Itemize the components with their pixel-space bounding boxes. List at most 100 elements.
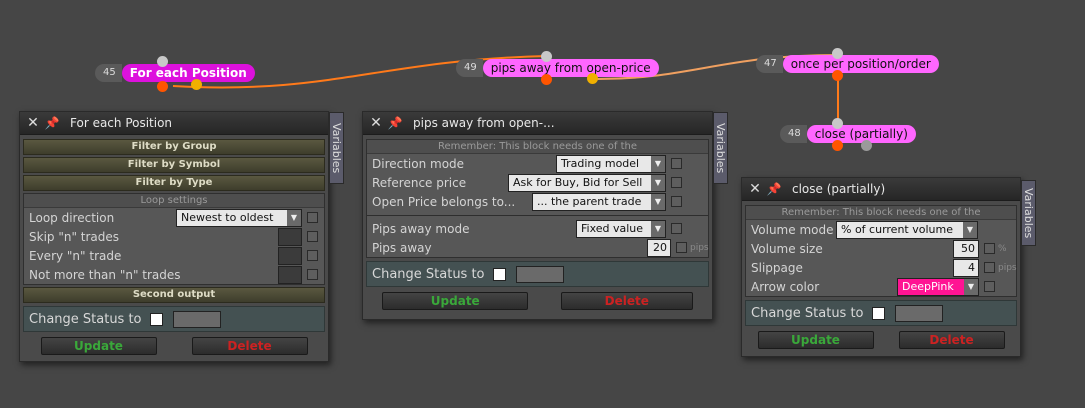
second-output-bar[interactable]: Second output — [23, 287, 325, 303]
loop-settings-section: Loop settings Loop direction Newest to o… — [23, 193, 325, 285]
chevron-down-icon: ▼ — [651, 155, 665, 172]
pin-icon[interactable]: 📌 — [42, 116, 62, 130]
checkbox[interactable] — [307, 269, 318, 280]
node-once-per-position[interactable]: 47 once per position/order — [756, 54, 939, 74]
output-port-2[interactable] — [861, 140, 872, 151]
change-status-row: Change Status to — [23, 306, 325, 332]
output-port-1[interactable] — [157, 81, 168, 92]
checkbox[interactable] — [671, 223, 682, 234]
skip-trades-row: Skip "n" trades — [24, 227, 324, 246]
panel-titlebar: ✕ 📌 pips away from open-... — [363, 112, 712, 135]
chevron-down-icon: ▼ — [651, 193, 665, 210]
variables-tab[interactable]: Variables — [1021, 180, 1036, 246]
checkbox[interactable] — [676, 242, 687, 253]
filter-by-symbol-bar[interactable]: Filter by Symbol — [23, 157, 325, 173]
checkbox[interactable] — [307, 250, 318, 261]
input-port[interactable] — [832, 118, 843, 129]
output-port-1[interactable] — [832, 140, 843, 151]
output-port-2[interactable] — [587, 73, 598, 84]
field-label: Volume size — [751, 241, 823, 256]
filter-by-group-bar[interactable]: Filter by Group — [23, 139, 325, 155]
variables-tab[interactable]: Variables — [713, 112, 728, 184]
open-price-row: Open Price belongs to... ... the parent … — [367, 192, 708, 211]
volume-size-input[interactable]: 50 — [953, 239, 979, 258]
field-label: Pips away mode — [372, 221, 470, 236]
node-label: close (partially) — [806, 125, 916, 143]
input-port[interactable] — [157, 56, 168, 67]
field-label: Pips away — [372, 240, 432, 255]
slippage-row: Slippage 4 pips — [746, 258, 1017, 277]
direction-mode-select[interactable]: Trading model ▼ — [556, 154, 666, 173]
change-status-checkbox[interactable] — [871, 306, 885, 320]
change-status-checkbox[interactable] — [492, 267, 506, 281]
node-label: For each Position — [121, 64, 255, 82]
delete-button[interactable]: Delete — [898, 331, 1005, 349]
node-number: 47 — [756, 55, 783, 73]
pin-icon[interactable]: 📌 — [385, 116, 405, 130]
arrow-color-select[interactable]: DeepPink ▼ — [897, 277, 979, 296]
checkbox[interactable] — [984, 281, 995, 292]
output-port-2[interactable] — [191, 79, 202, 90]
checkbox[interactable] — [671, 196, 682, 207]
select-value: ... the parent trade — [537, 194, 642, 208]
node-for-each-position[interactable]: 45 For each Position — [95, 63, 255, 83]
reference-price-select[interactable]: Ask for Buy, Bid for Sell ▼ — [508, 173, 666, 192]
status-select[interactable] — [894, 304, 943, 322]
input-port[interactable] — [832, 48, 843, 59]
node-number: 49 — [456, 59, 483, 77]
chevron-down-icon: ▼ — [651, 220, 665, 237]
field-label: Direction mode — [372, 156, 465, 171]
open-price-select[interactable]: ... the parent trade ▼ — [532, 192, 666, 211]
update-button[interactable]: Update — [382, 292, 529, 310]
close-icon[interactable]: ✕ — [24, 115, 42, 131]
checkbox[interactable] — [307, 231, 318, 242]
select-value: DeepPink — [898, 278, 964, 295]
checkbox[interactable] — [307, 212, 318, 223]
settings-section: Remember: This block needs one of the Di… — [366, 139, 709, 258]
update-button[interactable]: Update — [757, 331, 874, 349]
delete-button[interactable]: Delete — [191, 337, 308, 355]
checkbox[interactable] — [984, 243, 995, 254]
field-label: Volume mode — [751, 222, 834, 237]
status-select[interactable] — [172, 310, 221, 328]
loop-direction-select[interactable]: Newest to oldest ▼ — [176, 208, 302, 227]
delete-button[interactable]: Delete — [560, 292, 693, 310]
output-port-1[interactable] — [832, 70, 843, 81]
pips-away-mode-select[interactable]: Fixed value ▼ — [576, 219, 666, 238]
skip-trades-input[interactable] — [278, 227, 302, 246]
node-pips-away[interactable]: 49 pips away from open-price — [456, 58, 659, 78]
filter-by-type-bar[interactable]: Filter by Type — [23, 175, 325, 191]
variables-tab[interactable]: Variables — [329, 112, 344, 184]
close-icon[interactable]: ✕ — [746, 181, 764, 197]
field-label: Loop direction — [29, 210, 115, 225]
node-label: pips away from open-price — [482, 59, 659, 77]
input-port[interactable] — [541, 51, 552, 62]
checkbox[interactable] — [671, 177, 682, 188]
pin-icon[interactable]: 📌 — [764, 182, 784, 196]
unit-label: pips — [998, 262, 1017, 273]
panel-title: For each Position — [70, 116, 173, 130]
checkbox[interactable] — [984, 262, 995, 273]
select-value: % of current volume — [841, 222, 953, 236]
change-status-checkbox[interactable] — [149, 312, 163, 326]
field-label: Arrow color — [751, 279, 820, 294]
node-close-partially[interactable]: 48 close (partially) — [780, 124, 916, 144]
pips-away-input[interactable]: 20 — [647, 238, 671, 257]
chevron-down-icon: ▼ — [651, 174, 665, 191]
output-port-1[interactable] — [541, 74, 552, 85]
status-select[interactable] — [515, 265, 564, 283]
chevron-down-icon: ▼ — [963, 221, 977, 238]
update-button[interactable]: Update — [40, 337, 157, 355]
close-icon[interactable]: ✕ — [367, 115, 385, 131]
checkbox[interactable] — [671, 158, 682, 169]
reference-price-row: Reference price Ask for Buy, Bid for Sel… — [367, 173, 708, 192]
pips-away-row: Pips away 20 pips — [367, 238, 709, 257]
volume-mode-select[interactable]: % of current volume ▼ — [836, 220, 978, 239]
every-trade-input[interactable] — [278, 246, 302, 265]
slippage-input[interactable]: 4 — [953, 258, 979, 277]
unit-label: pips — [690, 242, 709, 253]
volume-size-row: Volume size 50 % — [746, 239, 1016, 258]
panel-titlebar: ✕ 📌 close (partially) — [742, 178, 1020, 201]
panel-close-partially: ✕ 📌 close (partially) Remember: This blo… — [741, 177, 1021, 357]
not-more-trades-input[interactable] — [278, 265, 302, 284]
